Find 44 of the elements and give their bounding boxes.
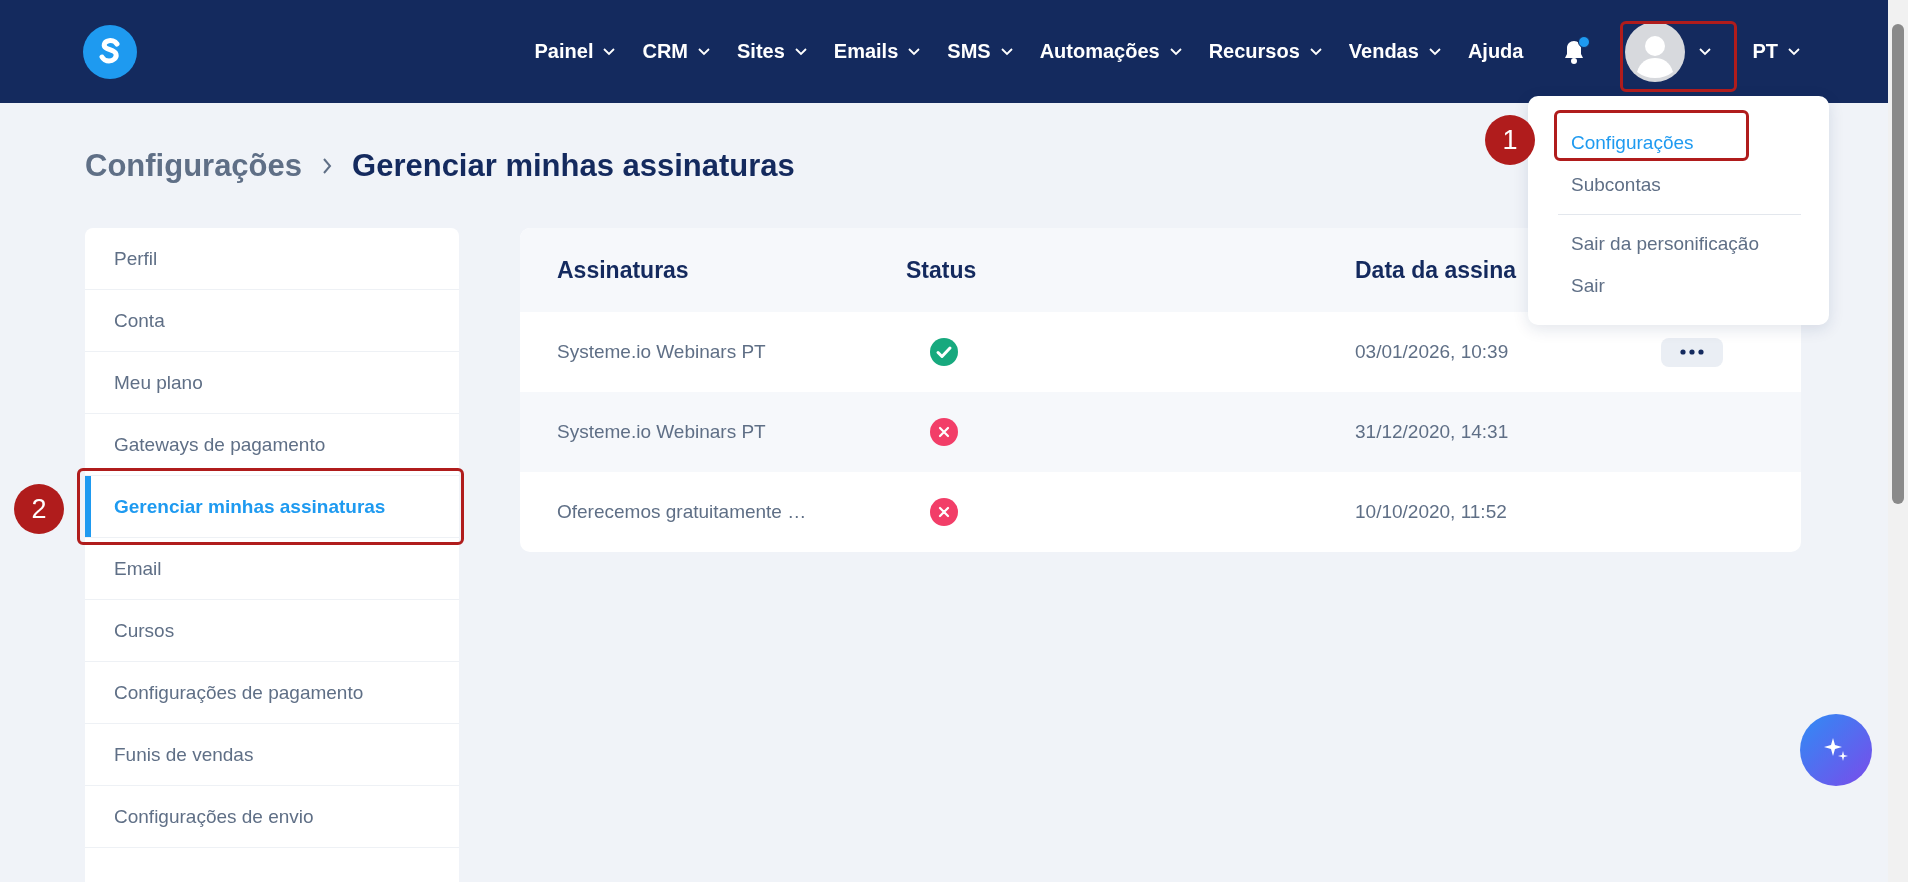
scrollbar[interactable] [1888, 0, 1908, 882]
nav-menu-item[interactable]: Vendas [1348, 40, 1441, 63]
more-options-button[interactable] [1661, 337, 1723, 367]
logo-icon[interactable] [83, 24, 137, 79]
sidebar-item[interactable]: Cursos [85, 600, 459, 662]
sidebar-item[interactable]: Configurações de envio [85, 786, 459, 848]
sidebar-item[interactable]: Meu plano [85, 352, 459, 414]
more-horizontal-icon [1680, 349, 1704, 355]
column-header: Data da assina [1355, 256, 1518, 284]
nav-menu-item[interactable]: Ajuda [1467, 40, 1524, 63]
sidebar-item[interactable]: Gerenciar minhas assinaturas [85, 476, 459, 538]
step-number-badge: 2 [14, 484, 64, 534]
column-header: Assinaturas [557, 256, 690, 284]
sidebar-item[interactable]: Configurações de pagamento [85, 662, 459, 724]
sidebar-item[interactable]: Funis de vendas [85, 724, 459, 786]
table-cell-text: Systeme.io Webinars PT [557, 421, 767, 443]
nav-menu-item[interactable]: Emails [833, 40, 921, 63]
breadcrumb-link[interactable]: Configurações [85, 147, 303, 184]
table-cell-text: Systeme.io Webinars PT [557, 341, 767, 363]
sidebar-item[interactable]: Conta [85, 290, 459, 352]
nav-menu-item[interactable]: SMS [947, 40, 1013, 63]
column-header: Status [906, 256, 978, 284]
dropdown-menu-item[interactable]: Subcontas [1571, 164, 1661, 206]
nav-menu-item[interactable]: Recursos [1208, 40, 1322, 63]
chevron-down-icon [1788, 47, 1800, 56]
sidebar-item[interactable]: Perfil [85, 228, 459, 290]
nav-menu-item[interactable]: Sites [737, 40, 807, 63]
step-number-badge: 1 [1485, 115, 1535, 165]
sidebar-item[interactable]: Email [85, 538, 459, 600]
nav-menu-item[interactable]: Automações [1039, 40, 1182, 63]
page-title: Gerenciar minhas assinaturas [352, 147, 795, 184]
table-cell-text: 03/01/2026, 10:39 [1355, 341, 1510, 363]
dropdown-menu-item[interactable]: Sair [1571, 265, 1605, 307]
nav-menu-item[interactable]: Painel [534, 40, 616, 63]
language-selector[interactable]: PT [1752, 40, 1800, 63]
avatar-icon[interactable] [1625, 21, 1686, 82]
nav-menu-item[interactable]: CRM [642, 40, 710, 63]
table-cell-text: 31/12/2020, 14:31 [1355, 421, 1510, 443]
chevron-right-icon [322, 157, 333, 174]
dropdown-menu-item[interactable]: Sair da personificação [1571, 223, 1759, 265]
chevron-icon[interactable] [1699, 47, 1712, 56]
table-cell-text: Oferecemos gratuitamente … [557, 501, 808, 523]
table-cell-text: 10/10/2020, 11:52 [1355, 501, 1508, 523]
dropdown-menu-item[interactable]: Configurações [1571, 122, 1694, 164]
